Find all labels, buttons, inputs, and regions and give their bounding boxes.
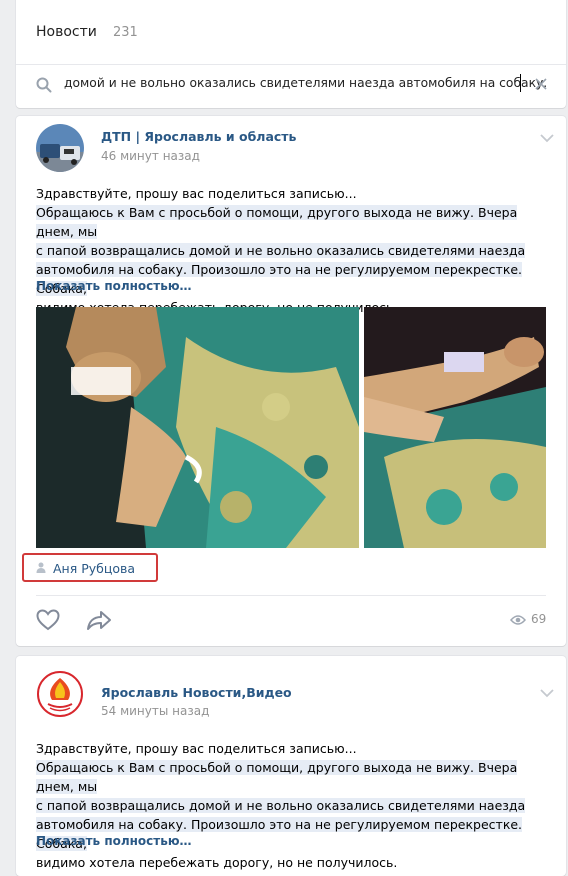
search-input[interactable]: домой и не вольно оказались свидетелями … — [64, 76, 547, 90]
text-line: с папой возвращались домой и не вольно о… — [36, 243, 526, 258]
show-more-link[interactable]: Показать полностью… — [36, 834, 192, 848]
text-line: Обращаюсь к Вам с просьбой о помощи, дру… — [36, 760, 518, 794]
signer-name[interactable]: Аня Рубцова — [53, 561, 135, 576]
post-author[interactable]: ДТП | Ярославль и область — [101, 129, 296, 144]
show-more-link[interactable]: Показать полностью… — [36, 279, 192, 293]
page-title[interactable]: Новости — [36, 24, 97, 40]
post-time[interactable]: 46 минут назад — [101, 149, 200, 163]
share-arrow-icon[interactable] — [86, 609, 112, 631]
text-line: Здравствуйте, прошу вас поделиться запис… — [36, 186, 357, 201]
avatar[interactable] — [36, 124, 84, 172]
post-signer[interactable]: Аня Рубцова — [22, 553, 158, 582]
heart-icon[interactable] — [36, 609, 60, 631]
avatar[interactable] — [36, 670, 84, 718]
divider — [16, 64, 566, 65]
post-text: Здравствуйте, прошу вас поделиться запис… — [36, 739, 551, 872]
text-line: Здравствуйте, прошу вас поделиться запис… — [36, 741, 357, 756]
search-icon — [36, 77, 52, 93]
news-count: 231 — [113, 25, 138, 40]
post: Ярославль Новости,Видео 54 минуты назад … — [16, 656, 566, 876]
views-count: 69 — [531, 612, 547, 626]
chevron-down-icon[interactable] — [540, 133, 554, 143]
post-photo[interactable] — [364, 307, 546, 548]
user-icon — [36, 562, 46, 573]
news-header: Новости 231 домой и не вольно оказались … — [16, 0, 566, 108]
eye-icon — [510, 615, 526, 625]
post-text: Здравствуйте, прошу вас поделиться запис… — [36, 184, 551, 317]
post-photo[interactable] — [36, 307, 359, 548]
post-time[interactable]: 54 минуты назад — [101, 704, 209, 718]
text-caret — [520, 74, 521, 92]
divider — [36, 595, 546, 596]
post-author[interactable]: Ярославль Новости,Видео — [101, 685, 292, 700]
post: ДТП | Ярославль и область 46 минут назад… — [16, 116, 566, 646]
close-icon[interactable] — [534, 77, 548, 91]
text-line: Обращаюсь к Вам с просьбой о помощи, дру… — [36, 205, 518, 239]
text-line: видимо хотела перебежать дорогу, но не п… — [36, 855, 398, 870]
chevron-down-icon[interactable] — [540, 688, 554, 698]
text-line: с папой возвращались домой и не вольно о… — [36, 798, 526, 813]
